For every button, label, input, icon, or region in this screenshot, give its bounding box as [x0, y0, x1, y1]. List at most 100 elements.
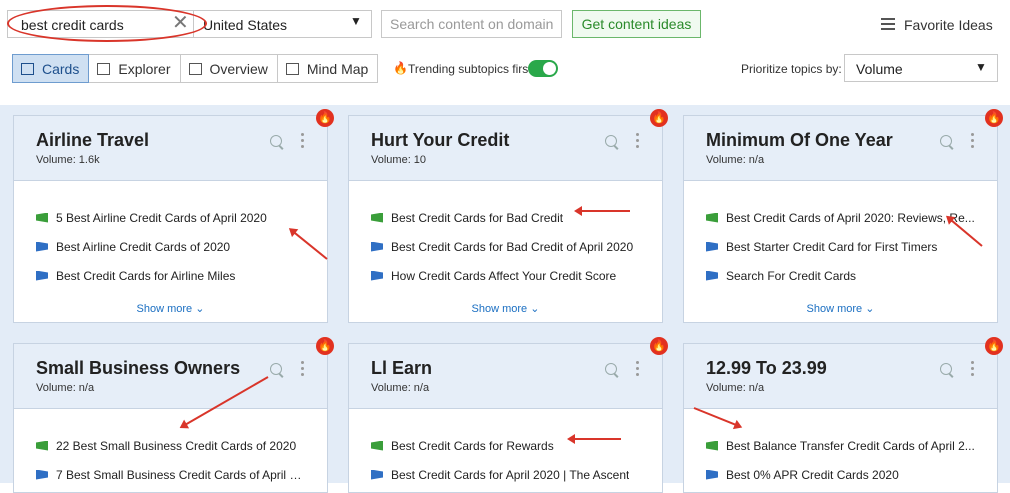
list-item[interactable]: Search For Credit Cards [684, 261, 997, 290]
card-volume: Volume: n/a [706, 382, 765, 394]
show-more-label: Show more [806, 303, 863, 315]
topic-card: Airline Travel Volume: 1.6k 5 Best Airli… [13, 115, 328, 323]
trending-label: Trending subtopics first [408, 62, 532, 76]
chevron-down-icon: ⌄ [195, 303, 205, 315]
overview-icon [188, 62, 202, 75]
search-icon[interactable] [940, 135, 952, 147]
more-options-icon[interactable] [971, 133, 974, 151]
headline-badge-icon [36, 270, 48, 281]
search-icon[interactable] [940, 363, 952, 375]
card-header: Hurt Your Credit Volume: 10 [349, 116, 662, 181]
more-options-icon[interactable] [301, 361, 304, 379]
trending-badge-icon [36, 440, 48, 451]
headline-badge-icon [36, 241, 48, 252]
card-volume: Volume: n/a [371, 382, 430, 394]
fire-icon: 🔥 [650, 337, 668, 355]
tab-cards[interactable]: Cards [12, 54, 90, 83]
fire-icon: 🔥 [316, 109, 334, 127]
tab-overview-label: Overview [209, 60, 268, 77]
list-icon[interactable] [881, 18, 895, 30]
headline-text: Best Airline Credit Cards of 2020 [56, 239, 231, 254]
trending-toggle[interactable] [528, 60, 558, 77]
show-more-link[interactable]: Show more ⌄ [684, 302, 997, 315]
tab-explorer-label: Explorer [118, 60, 171, 77]
card-header: Airline Travel Volume: 1.6k [14, 116, 327, 181]
headline-text: Best Credit Cards for Bad Credit [391, 210, 564, 225]
list-item[interactable]: Best Balance Transfer Credit Cards of Ap… [684, 431, 997, 460]
show-more-link[interactable]: Show more ⌄ [14, 302, 327, 315]
headline-text: Best Credit Cards for April 2020 | The A… [391, 467, 630, 482]
card-header: Minimum Of One Year Volume: n/a [684, 116, 997, 181]
headline-text: Best Starter Credit Card for First Timer… [726, 239, 938, 254]
list-item[interactable]: Best Airline Credit Cards of 2020 [14, 232, 327, 261]
headline-badge-icon [371, 469, 383, 480]
list-item[interactable]: 7 Best Small Business Credit Cards of Ap… [14, 460, 327, 489]
headline-text: Best Credit Cards of April 2020: Reviews… [726, 210, 975, 225]
cards-icon [21, 62, 34, 75]
fire-icon: 🔥 [650, 109, 668, 127]
show-more-link[interactable]: Show more ⌄ [349, 302, 662, 315]
annotation-arrow [569, 438, 621, 440]
more-options-icon[interactable] [636, 361, 639, 379]
fire-icon: 🔥 [316, 337, 334, 355]
list-item[interactable]: How Credit Cards Affect Your Credit Scor… [349, 261, 662, 290]
search-icon[interactable] [270, 363, 282, 375]
fire-icon: 🔥 [985, 337, 1003, 355]
annotation-arrow [576, 210, 630, 212]
table-icon [97, 62, 111, 75]
list-item[interactable]: Best Credit Cards for April 2020 | The A… [349, 460, 662, 489]
topic-card: 12.99 To 23.99 Volume: n/a Best Balance … [683, 343, 998, 493]
show-more-label: Show more [471, 303, 528, 315]
topic-card: Small Business Owners Volume: n/a 22 Bes… [13, 343, 328, 493]
more-options-icon[interactable] [636, 133, 639, 151]
headline-text: How Credit Cards Affect Your Credit Scor… [391, 268, 617, 283]
prioritize-select-value[interactable]: Volume [856, 61, 903, 77]
trending-badge-icon [36, 212, 48, 223]
card-volume: Volume: n/a [36, 382, 95, 394]
list-item[interactable]: Best Credit Cards for Bad Credit of Apri… [349, 232, 662, 261]
list-item[interactable]: 22 Best Small Business Credit Cards of 2… [14, 431, 327, 460]
annotation-circle [7, 5, 207, 42]
chevron-down-icon: ⌄ [865, 303, 875, 315]
get-content-ideas-button[interactable]: Get content ideas [572, 10, 701, 38]
favorite-ideas-link[interactable]: Favorite Ideas [904, 17, 993, 33]
domain-search-input[interactable] [381, 10, 562, 38]
headline-badge-icon [36, 469, 48, 480]
headline-text: Best 0% APR Credit Cards 2020 [726, 467, 899, 482]
tab-overview[interactable]: Overview [179, 54, 278, 83]
headline-text: Best Credit Cards for Airline Miles [56, 268, 236, 283]
list-item[interactable]: Best Starter Credit Card for First Timer… [684, 232, 997, 261]
chevron-down-icon[interactable]: ▼ [975, 60, 987, 74]
search-icon[interactable] [270, 135, 282, 147]
list-item[interactable]: Best Credit Cards for Rewards [349, 431, 662, 460]
trending-badge-icon [371, 212, 383, 223]
list-item[interactable]: Best 0% APR Credit Cards 2020 [684, 460, 997, 489]
more-options-icon[interactable] [971, 361, 974, 379]
card-volume: Volume: 10 [371, 154, 427, 166]
more-options-icon[interactable] [301, 133, 304, 151]
headline-text: 5 Best Airline Credit Cards of April 202… [56, 210, 267, 225]
card-title: 12.99 To 23.99 [706, 358, 827, 378]
fire-icon: 🔥 [393, 61, 408, 75]
headline-text: Best Credit Cards for Rewards [391, 438, 554, 453]
card-title: Airline Travel [36, 130, 150, 150]
prioritize-label: Prioritize topics by: [741, 62, 842, 76]
card-title: Hurt Your Credit [371, 130, 510, 150]
headline-badge-icon [706, 469, 718, 480]
search-icon[interactable] [605, 363, 617, 375]
tab-mind-map[interactable]: Mind Map [276, 54, 379, 83]
card-title: Small Business Owners [36, 358, 241, 378]
search-icon[interactable] [605, 135, 617, 147]
tab-explorer[interactable]: Explorer [88, 54, 181, 83]
list-item[interactable]: 5 Best Airline Credit Cards of April 202… [14, 203, 327, 232]
trending-badge-icon [371, 440, 383, 451]
fire-icon: 🔥 [985, 109, 1003, 127]
topic-card: Hurt Your Credit Volume: 10 Best Credit … [348, 115, 663, 323]
card-title: Minimum Of One Year [706, 130, 893, 150]
headline-text: 7 Best Small Business Credit Cards of Ap… [56, 467, 306, 482]
country-select-value[interactable]: United States [203, 17, 287, 33]
list-item[interactable]: Best Credit Cards for Airline Miles [14, 261, 327, 290]
card-header: 12.99 To 23.99 Volume: n/a [684, 344, 997, 409]
list-item[interactable]: Best Credit Cards for Bad Credit [349, 203, 662, 232]
chevron-down-icon[interactable]: ▼ [350, 14, 362, 28]
